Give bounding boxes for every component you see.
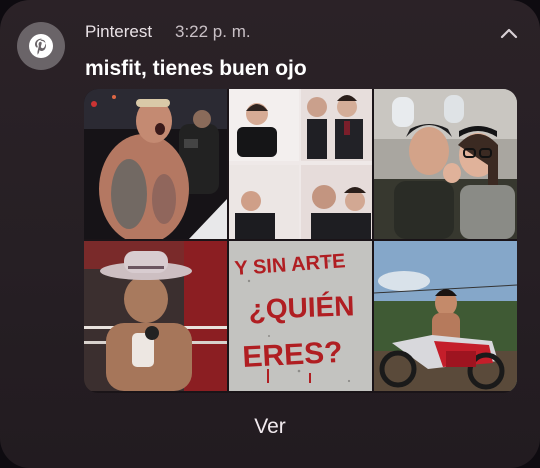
graffiti-line-2: ¿QUIÉN bbox=[248, 290, 355, 325]
pin-image-photobooth-strip[interactable] bbox=[229, 89, 372, 239]
view-button[interactable]: Ver bbox=[210, 405, 330, 449]
chevron-up-icon bbox=[500, 28, 518, 39]
notification-time: 3:22 p. m. bbox=[175, 22, 251, 41]
pin-image-wrestler-shouting[interactable] bbox=[84, 89, 227, 239]
graffiti-line-3: ERES? bbox=[242, 336, 344, 374]
collapse-button[interactable] bbox=[496, 20, 522, 46]
pin-image-motocross-rider[interactable] bbox=[374, 241, 517, 391]
pinterest-logo-icon bbox=[17, 22, 65, 70]
notification-card[interactable]: Pinterest 3:22 p. m. misfit, tienes buen… bbox=[0, 0, 540, 468]
pin-image-couple-selfie-plane[interactable] bbox=[374, 89, 517, 239]
app-name: Pinterest bbox=[85, 22, 153, 41]
notification-title: misfit, tienes buen ojo bbox=[85, 57, 307, 80]
pin-image-cowboy-hat-wrestler[interactable] bbox=[84, 241, 227, 391]
pin-image-grid[interactable]: Y SIN ARTE ¿QUIÉN ERES? bbox=[84, 89, 517, 393]
pin-image-wall-graffiti[interactable]: Y SIN ARTE ¿QUIÉN ERES? bbox=[229, 241, 372, 391]
